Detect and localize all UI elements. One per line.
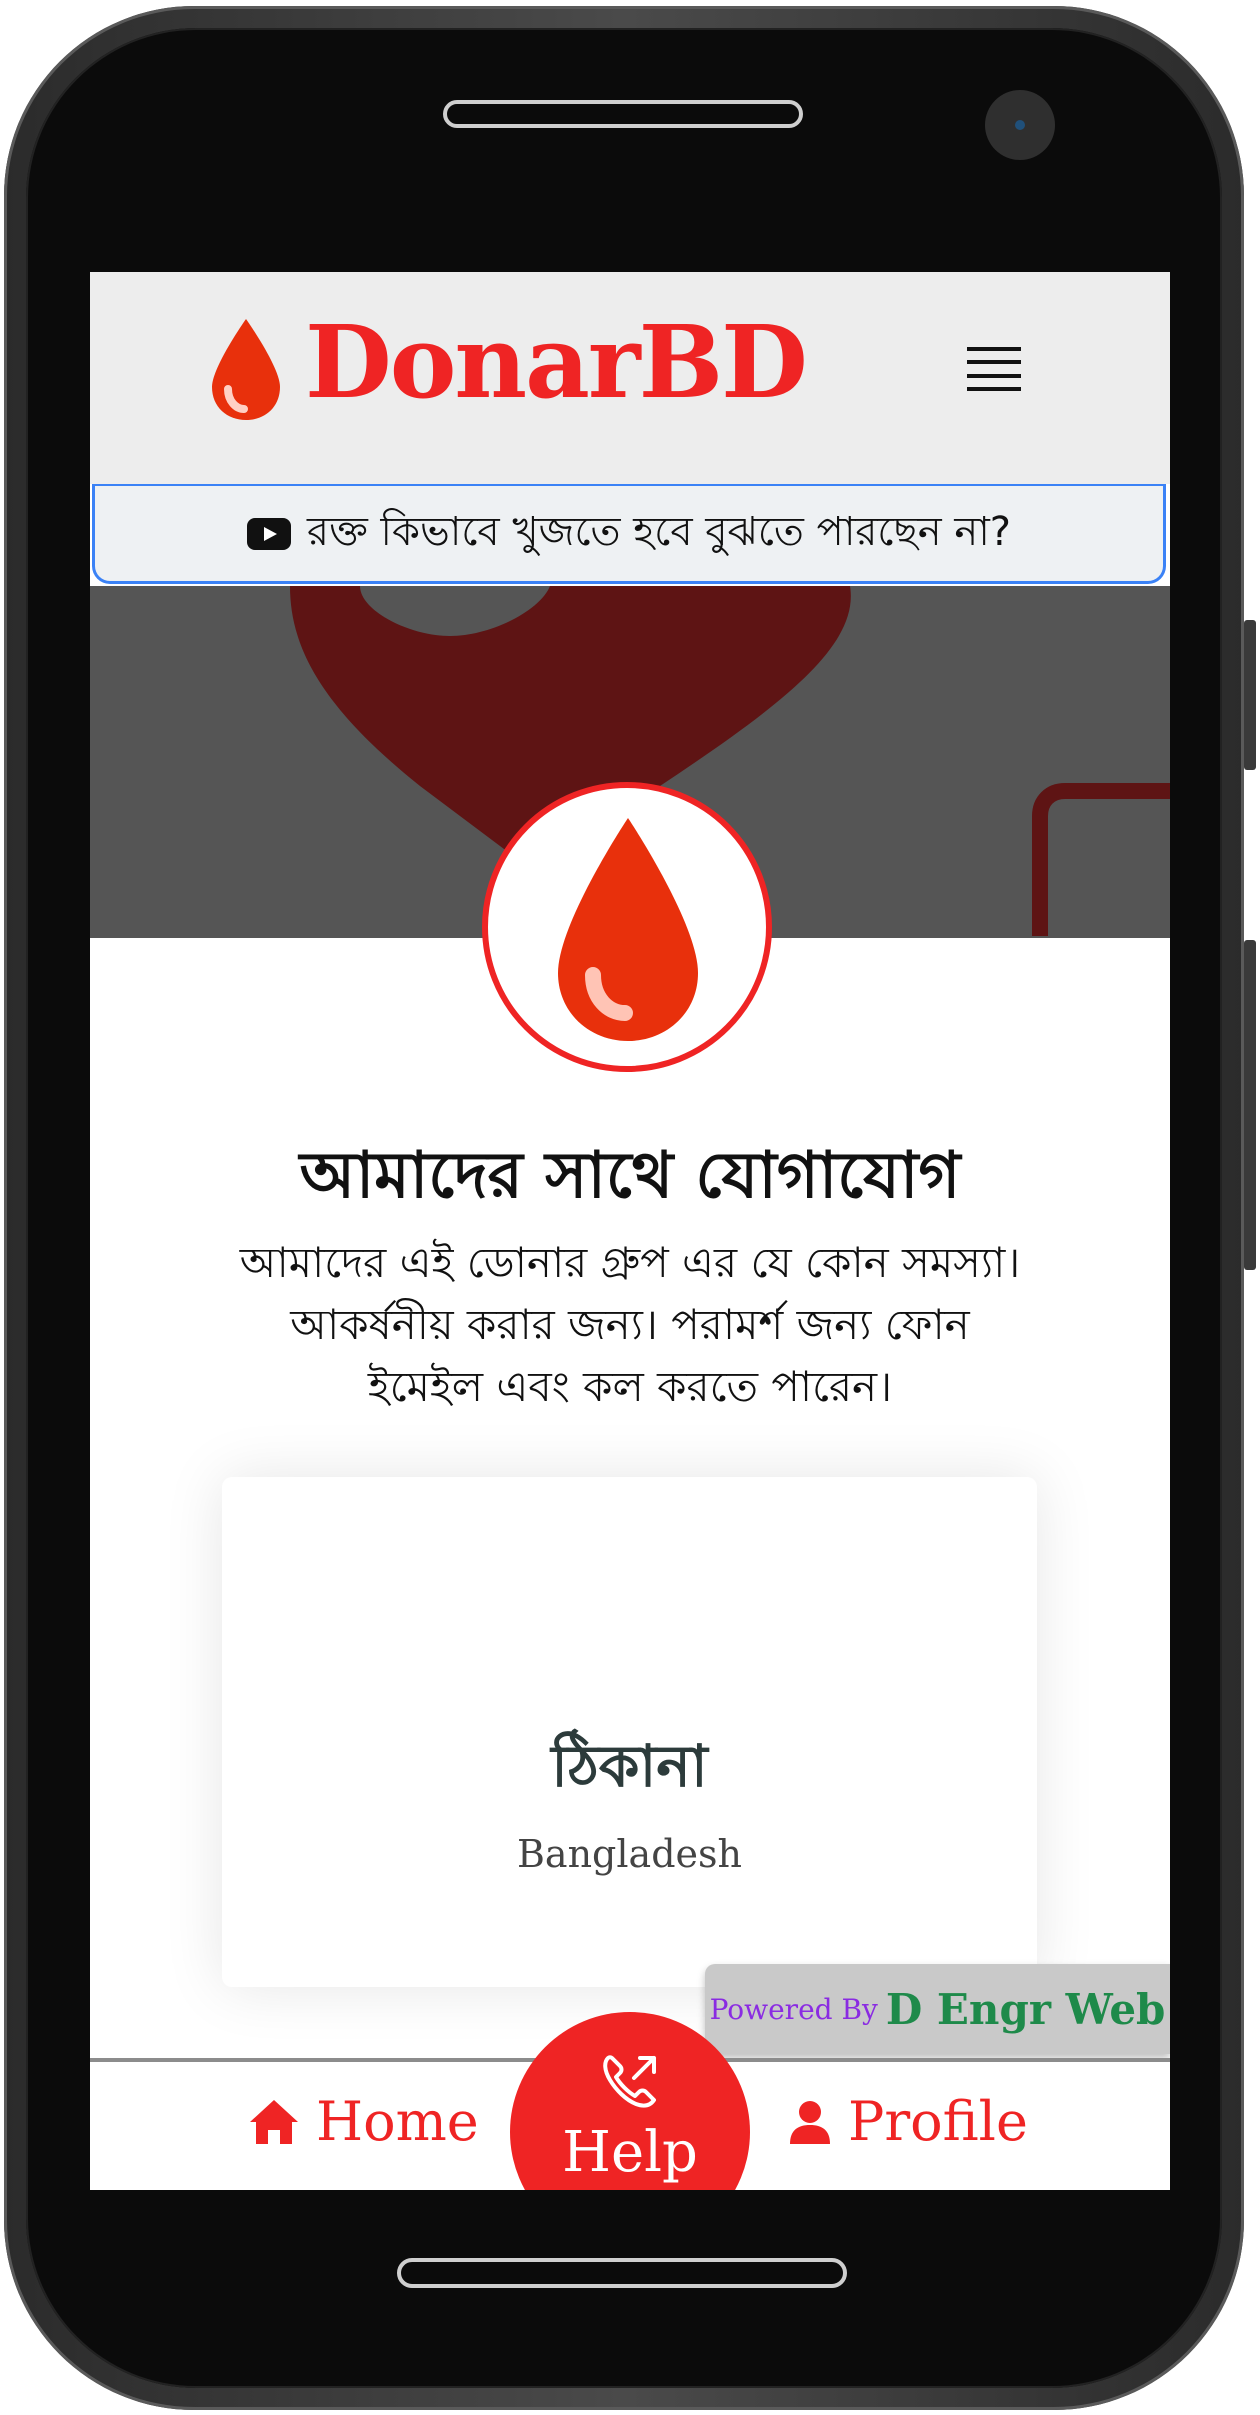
nav-profile[interactable]: Profile (788, 2090, 1028, 2153)
front-camera (985, 90, 1055, 160)
powered-by-brand: D Engr Web (885, 1984, 1166, 2034)
address-card-value: Bangladesh (517, 1832, 742, 1876)
powered-by-label: Powered By (709, 1992, 878, 2026)
brand-name[interactable]: DonarBD (305, 312, 808, 412)
contact-description: আমাদের এই ডোনার গ্রুপ এর যে কোন সমস্যা। … (239, 1238, 1021, 1411)
volume-button (1244, 620, 1256, 770)
powered-by-badge[interactable]: Powered By D Engr Web (705, 1964, 1170, 2054)
help-button-label: Help (562, 2120, 698, 2185)
blood-drop-logo-icon (212, 319, 280, 420)
nav-home[interactable]: Home (248, 2090, 479, 2153)
nav-profile-label: Profile (848, 2090, 1028, 2153)
bottom-speaker (397, 2258, 847, 2288)
blood-drop-icon (558, 818, 698, 1041)
youtube-icon (246, 517, 291, 550)
notice-text: রক্ত কিভাবে খুজতে হবে বুঝতে পারছেন না? (306, 509, 1012, 555)
menu-icon[interactable] (967, 347, 1021, 391)
power-button (1244, 940, 1256, 1270)
address-card: ঠিকানা Bangladesh (222, 1477, 1037, 1987)
app-screen: DonarBD রক্ত কিভাবে খুজতে হবে বুঝতে পারছ… (90, 272, 1170, 2190)
home-icon (250, 2099, 298, 2144)
nav-home-label: Home (316, 2090, 479, 2153)
contact-title: আমাদের সাথে যোগাযোগ (299, 1139, 961, 1213)
address-card-title: ঠিকানা (551, 1732, 708, 1800)
user-icon (790, 2100, 830, 2144)
earpiece-speaker (443, 100, 803, 128)
blood-drop-emblem (482, 782, 772, 1072)
phone-call-icon (603, 2055, 656, 2108)
help-video-notice[interactable]: রক্ত কিভাবে খুজতে হবে বুঝতে পারছেন না? (92, 484, 1166, 584)
app-header: DonarBD (90, 272, 1170, 484)
